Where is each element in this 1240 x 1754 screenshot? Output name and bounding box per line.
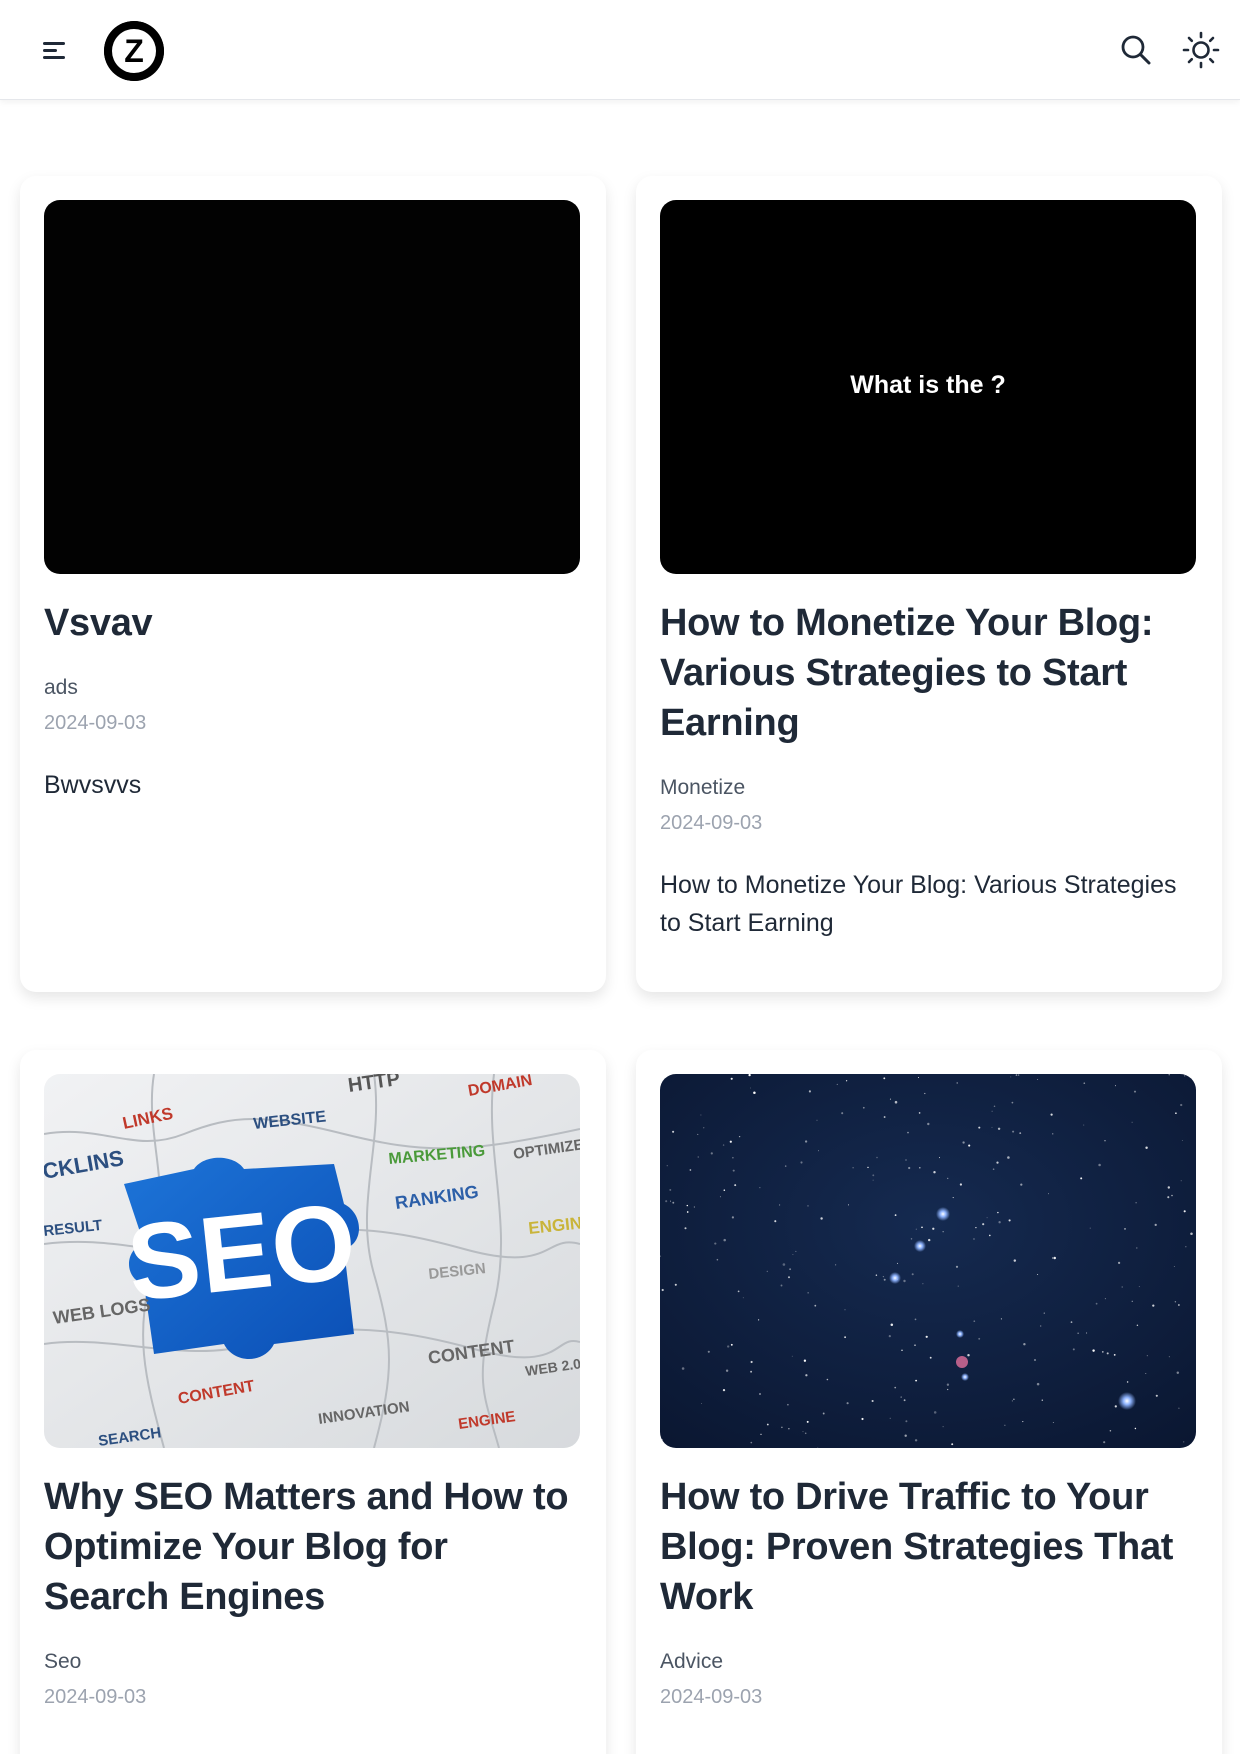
search-icon[interactable] [1120, 34, 1152, 66]
post-date: 2024-09-03 [660, 1686, 763, 1708]
post-category[interactable]: Seo [44, 1650, 81, 1674]
post-title[interactable]: Vsvav [44, 598, 580, 648]
thumbnail-caption: What is the ? [850, 371, 1006, 399]
post-excerpt: Bwvsvvs [44, 771, 142, 799]
post-title[interactable]: Why SEO Matters and How to Optimize Your… [44, 1472, 580, 1622]
post-card[interactable]: What is the ? How to Monetize Your Blog:… [636, 176, 1222, 992]
post-category[interactable]: ads [44, 676, 78, 700]
post-date: 2024-09-03 [44, 712, 147, 734]
post-card[interactable]: SEO LINKS WEBSITE HTTP DOMAIN CKLINS MAR… [20, 1050, 606, 1754]
post-thumbnail[interactable]: SEO LINKS WEBSITE HTTP DOMAIN CKLINS MAR… [44, 1074, 580, 1448]
post-thumbnail[interactable]: What is the ? [660, 200, 1196, 574]
post-title[interactable]: How to Monetize Your Blog: Various Strat… [660, 598, 1196, 748]
site-logo[interactable]: Z [104, 21, 164, 81]
post-card[interactable]: How to Drive Traffic to Your Blog: Prove… [636, 1050, 1222, 1754]
logo-letter: Z [124, 33, 144, 69]
post-date: 2024-09-03 [660, 812, 763, 834]
post-category[interactable]: Monetize [660, 776, 745, 800]
post-category[interactable]: Advice [660, 1650, 723, 1674]
sun-icon[interactable] [1182, 31, 1220, 69]
menu-icon[interactable] [40, 36, 68, 64]
post-thumbnail[interactable] [660, 1074, 1196, 1448]
top-navbar: Z [0, 0, 1240, 100]
seo-word: SEO [122, 1180, 361, 1324]
post-title[interactable]: How to Drive Traffic to Your Blog: Prove… [660, 1472, 1196, 1622]
post-thumbnail[interactable] [44, 200, 580, 574]
post-date: 2024-09-03 [44, 1686, 147, 1708]
post-card[interactable]: Vsvav ads 2024-09-03 Bwvsvvs [20, 176, 606, 992]
post-excerpt: How to Monetize Your Blog: Various Strat… [660, 871, 1177, 937]
